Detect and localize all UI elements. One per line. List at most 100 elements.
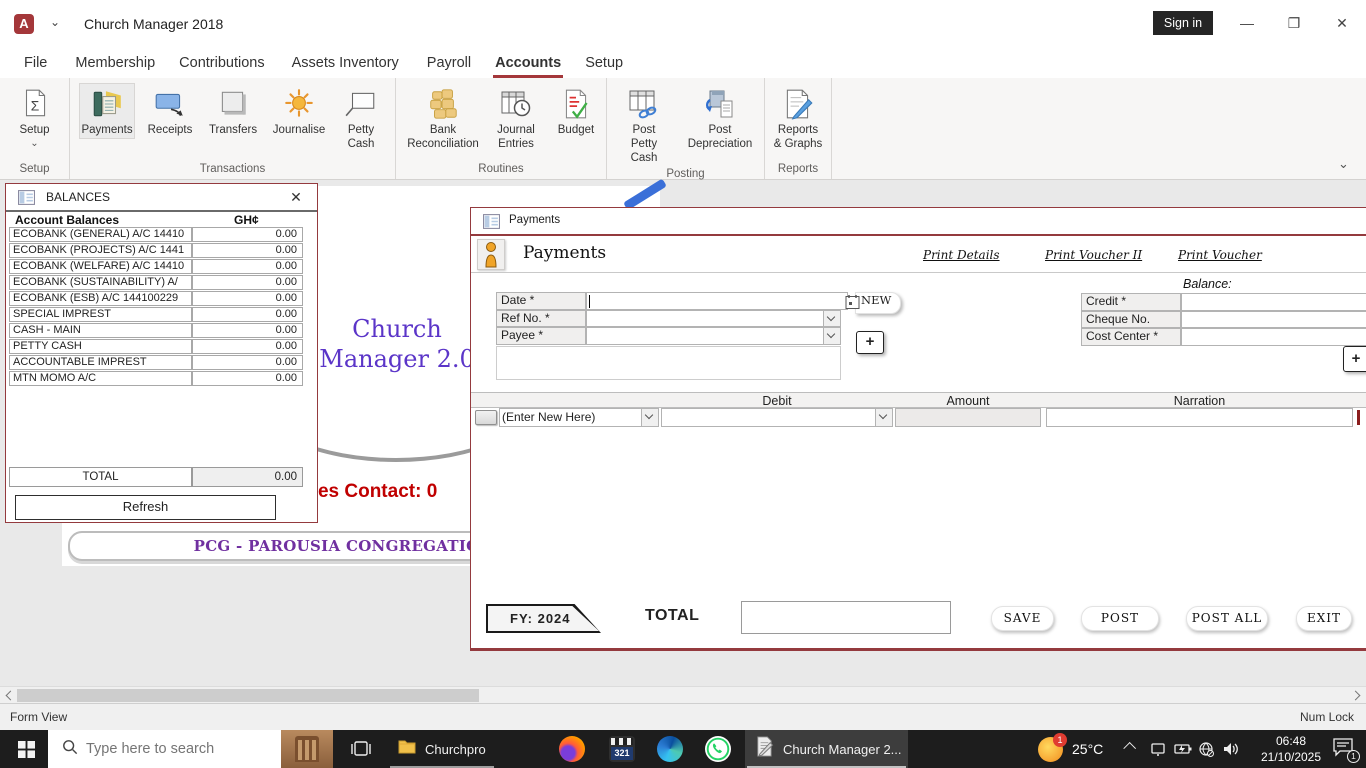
ribbon-group-routines: Bank Reconciliation Journal Entries Budg… (396, 78, 607, 179)
taskbar-item-media-player[interactable]: 321 (604, 730, 640, 768)
balances-column-account: Account Balances (15, 213, 120, 227)
print-voucher-2-link[interactable]: Print Voucher II (1045, 248, 1142, 262)
num-lock-label: Num Lock (1300, 710, 1355, 724)
ribbon-petty-cash-button[interactable]: Petty Cash (337, 83, 385, 153)
payee-details-box[interactable] (496, 346, 841, 380)
refresh-button[interactable]: Refresh (15, 495, 276, 520)
post-button[interactable]: POST (1081, 606, 1159, 631)
books-icon (90, 87, 124, 121)
speaker-icon[interactable] (1222, 741, 1240, 762)
ref-no-label: Ref No. * (496, 309, 586, 327)
cheque-no-label: Cheque No. (1081, 310, 1181, 328)
ribbon-setup-button[interactable]: Σ Setup ⌄ (13, 83, 57, 150)
weather-sun-icon: 1 (1038, 732, 1067, 762)
tab-contributions[interactable]: Contributions (177, 51, 266, 75)
scroll-left-icon[interactable] (5, 690, 16, 701)
tab-file[interactable]: File (22, 51, 49, 75)
tab-setup[interactable]: Setup (583, 51, 625, 75)
restore-button[interactable]: ❐ (1283, 12, 1305, 34)
network-globe-icon[interactable] (1198, 741, 1214, 762)
battery-icon[interactable] (1174, 741, 1192, 762)
notification-badge: 1 (1347, 750, 1360, 763)
cost-center-input[interactable] (1181, 328, 1366, 346)
narration-input[interactable] (1046, 408, 1353, 427)
balances-column-currency: GH¢ (234, 213, 259, 227)
payee-combobox[interactable] (586, 327, 841, 345)
new-record-button[interactable]: NEW (845, 290, 901, 315)
print-voucher-link[interactable]: Print Voucher (1178, 248, 1262, 262)
post-all-button[interactable]: POST ALL (1186, 606, 1268, 631)
window-arrow-icon (153, 87, 187, 121)
scroll-right-icon[interactable] (1350, 690, 1361, 701)
close-button[interactable]: ✕ (1331, 12, 1353, 34)
detail-table-new-row: (Enter New Here) (471, 408, 1366, 428)
ribbon-collapse-chevron-icon[interactable]: ⌄ (1338, 156, 1349, 172)
taskbar-item-firefox[interactable] (554, 730, 590, 768)
dropdown-button[interactable] (641, 409, 658, 426)
debit-account-combobox[interactable] (661, 408, 893, 427)
save-button[interactable]: SAVE (991, 606, 1054, 631)
display-connect-icon[interactable] (1150, 741, 1166, 762)
search-input[interactable] (86, 741, 266, 757)
minimize-button[interactable]: — (1236, 12, 1258, 34)
church-manager-logo-text: Church Manager 2.0 (319, 315, 475, 373)
ribbon-journalise-button[interactable]: Journalise (268, 83, 330, 139)
tab-membership[interactable]: Membership (73, 51, 157, 75)
ribbon-post-petty-cash-button[interactable]: Post Petty Cash (613, 83, 675, 166)
start-button[interactable] (8, 730, 44, 768)
ribbon-reports-graphs-button[interactable]: Reports & Graphs (768, 83, 828, 153)
credit-input[interactable] (1181, 293, 1366, 311)
chevron-down-icon (644, 410, 654, 420)
dropdown-button[interactable] (875, 409, 892, 426)
add-cost-center-button[interactable]: + (1343, 346, 1366, 372)
weather-tray-button[interactable]: 1 25°C (1038, 730, 1112, 768)
tray-clock[interactable]: 06:48 21/10/2025 (1252, 733, 1330, 765)
search-highlight-image[interactable] (281, 730, 333, 768)
task-view-button[interactable] (344, 730, 378, 768)
ribbon-bank-reconciliation-button[interactable]: Bank Reconciliation (405, 83, 481, 153)
date-input[interactable] (586, 292, 848, 310)
access-app-icon: A (14, 14, 34, 34)
taskbar-item-church-manager[interactable]: Church Manager 2... (745, 730, 908, 768)
ribbon-post-depreciation-button[interactable]: Post Depreciation (678, 83, 762, 153)
info-person-icon[interactable] (477, 239, 505, 270)
date-label: Date * (496, 292, 586, 310)
print-details-link[interactable]: Print Details (923, 248, 1000, 262)
ribbon-journal-entries-button[interactable]: Journal Entries (486, 83, 546, 153)
firefox-icon (559, 736, 585, 762)
record-selector-button[interactable] (475, 410, 497, 425)
horizontal-scrollbar[interactable] (0, 686, 1366, 703)
ribbon-transfers-button[interactable]: Transfers (205, 83, 261, 139)
notification-center-button[interactable]: 1 (1332, 737, 1360, 763)
close-icon[interactable]: ✕ (284, 187, 308, 207)
ribbon-receipts-button[interactable]: Receipts (142, 83, 198, 139)
taskbar-item-edge[interactable] (652, 730, 688, 768)
dropdown-button[interactable] (823, 310, 840, 326)
dropdown-button[interactable] (823, 328, 840, 344)
tab-payroll[interactable]: Payroll (425, 51, 473, 75)
tab-accounts[interactable]: Accounts (493, 51, 564, 78)
scrollbar-thumb[interactable] (17, 689, 479, 702)
ribbon-tab-bar: File Membership Contributions Assets Inv… (0, 48, 1366, 78)
ribbon-budget-button[interactable]: Budget (551, 83, 601, 139)
cheque-no-input[interactable] (1181, 310, 1366, 328)
chevron-down-icon (878, 410, 888, 420)
document-pencil-icon (781, 87, 815, 121)
quick-access-chevron-icon[interactable]: ⌄ (50, 15, 60, 29)
tray-expand-chevron-icon[interactable] (1123, 741, 1137, 755)
enquiries-contact-text: iries Contact: 0 (300, 481, 438, 502)
amount-input[interactable] (895, 408, 1041, 427)
add-payee-button[interactable]: + (856, 331, 884, 354)
ref-no-combobox[interactable] (586, 309, 841, 327)
tray-date: 21/10/2025 (1260, 750, 1322, 765)
column-header-amount: Amount (946, 394, 990, 408)
sign-in-button[interactable]: Sign in (1153, 11, 1213, 35)
taskbar-search[interactable] (48, 730, 333, 768)
category-combobox[interactable]: (Enter New Here) (499, 408, 659, 427)
payments-window-title: Payments (509, 214, 561, 226)
taskbar-item-churchpro[interactable]: Churchpro (386, 730, 498, 768)
exit-button[interactable]: EXIT (1296, 606, 1352, 631)
ribbon-payments-button[interactable]: Payments (79, 83, 135, 139)
taskbar-item-whatsapp[interactable] (700, 730, 736, 768)
tab-assets-inventory[interactable]: Assets Inventory (290, 51, 401, 75)
